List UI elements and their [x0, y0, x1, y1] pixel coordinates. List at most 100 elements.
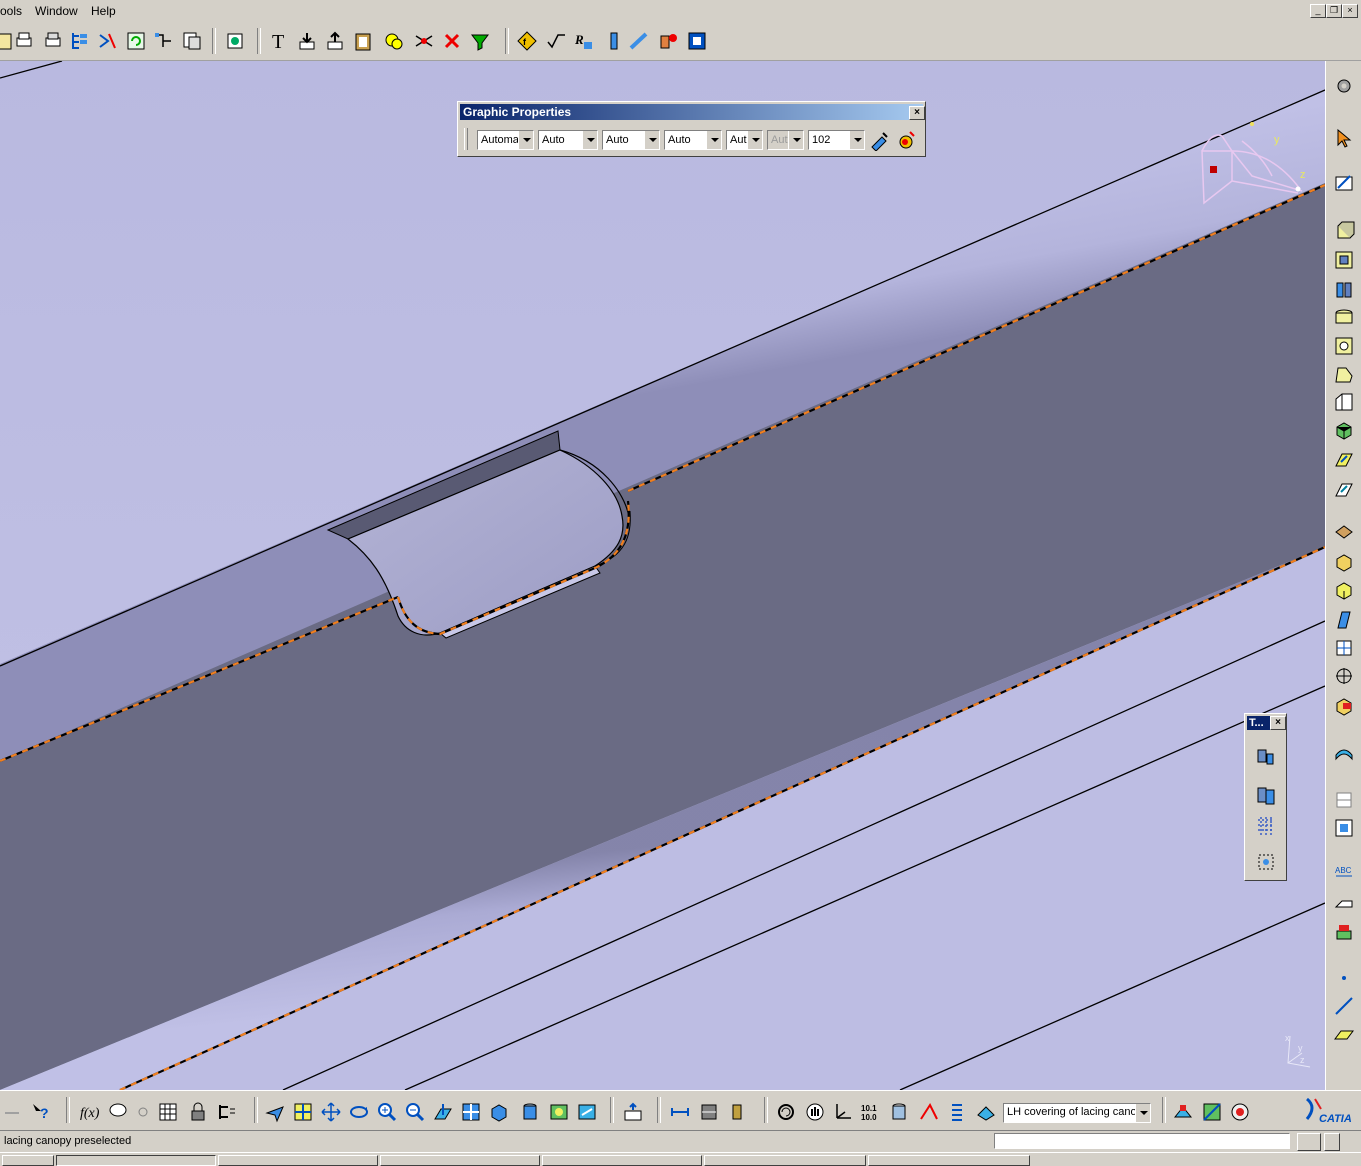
shell-icon[interactable] — [1333, 449, 1355, 471]
update-icon[interactable] — [125, 30, 147, 52]
pan-icon[interactable] — [320, 1101, 342, 1123]
analysis-icon[interactable] — [628, 30, 650, 52]
law-icon[interactable] — [132, 1101, 154, 1123]
gear-icon[interactable] — [1333, 75, 1355, 97]
boolean-icon[interactable] — [1333, 695, 1355, 717]
draft-icon[interactable] — [1333, 419, 1355, 441]
environment-icon[interactable] — [1229, 1101, 1251, 1123]
hide-show-icon[interactable] — [548, 1101, 570, 1123]
taskbar-button[interactable] — [542, 1155, 702, 1166]
menu-tools[interactable]: ools — [0, 4, 22, 18]
zoom-out-icon[interactable] — [404, 1101, 426, 1123]
taskbar-button[interactable] — [218, 1155, 378, 1166]
check-icon[interactable] — [545, 30, 567, 52]
3d-annotation-icon[interactable] — [1333, 921, 1355, 943]
restore-button[interactable]: ❐ — [1326, 4, 1342, 18]
rib-icon[interactable] — [1333, 335, 1355, 357]
comment-icon[interactable] — [107, 1101, 129, 1123]
rotate-icon[interactable] — [348, 1101, 370, 1123]
apply-material-bottom-icon[interactable] — [1172, 1101, 1194, 1123]
grid-icon[interactable] — [1254, 814, 1278, 838]
menu-help[interactable]: Help — [91, 4, 116, 18]
chevron-down-icon[interactable] — [1135, 1104, 1150, 1122]
chamfer-icon[interactable] — [1333, 391, 1355, 413]
apply-dress-up-icon[interactable] — [1333, 789, 1355, 811]
units-icon[interactable]: 10.110.0 — [860, 1101, 882, 1123]
compass-icon[interactable]: y z — [1192, 121, 1312, 211]
pocket-icon[interactable] — [1333, 249, 1355, 271]
export-icon[interactable] — [324, 30, 346, 52]
lock-icon[interactable] — [187, 1101, 209, 1123]
whats-this-icon[interactable]: ? — [30, 1101, 52, 1123]
painter-icon[interactable] — [869, 129, 891, 151]
split-icon[interactable] — [1333, 521, 1355, 543]
measure-inertia-icon[interactable] — [726, 1101, 748, 1123]
update-all-icon[interactable] — [622, 1101, 644, 1123]
close-window-button[interactable]: × — [1342, 4, 1358, 18]
text-icon[interactable]: T — [268, 30, 290, 52]
snap-icon[interactable] — [1254, 746, 1278, 770]
isometric-view-icon[interactable] — [488, 1101, 510, 1123]
reference-point-icon[interactable] — [1333, 665, 1355, 687]
measure-item-icon[interactable] — [698, 1101, 720, 1123]
chevron-down-icon[interactable] — [518, 131, 533, 149]
reorder-icon[interactable] — [97, 30, 119, 52]
body-icon[interactable] — [1333, 817, 1355, 839]
menu-window[interactable]: Window — [35, 4, 78, 18]
taskbar-button-active[interactable] — [56, 1155, 216, 1166]
macro-icon[interactable] — [686, 30, 708, 52]
specification-tree-icon[interactable] — [69, 30, 91, 52]
layer-combo[interactable]: 102 — [808, 130, 865, 150]
work-on-support-icon[interactable] — [1254, 784, 1278, 808]
measure-icon[interactable] — [603, 30, 625, 52]
pad-icon[interactable] — [1333, 219, 1355, 241]
render-icon[interactable] — [1201, 1101, 1223, 1123]
tabulated-icon[interactable] — [888, 1101, 910, 1123]
chevron-down-icon[interactable] — [706, 131, 721, 149]
import-icon[interactable] — [296, 30, 318, 52]
linetype-combo[interactable]: Aut — [726, 130, 763, 150]
zoom-in-icon[interactable] — [376, 1101, 398, 1123]
current-body-icon[interactable] — [975, 1101, 997, 1123]
surface-icon[interactable] — [1333, 741, 1355, 763]
design-table-icon[interactable] — [157, 1101, 179, 1123]
thickness-icon[interactable] — [1333, 479, 1355, 501]
delete-icon[interactable] — [441, 30, 463, 52]
tools-floating-toolbar[interactable]: T... × — [1244, 713, 1287, 881]
catalog-icon[interactable] — [383, 30, 405, 52]
point-icon[interactable] — [1333, 967, 1355, 989]
apply-material-icon[interactable] — [657, 30, 679, 52]
sketch-tools-icon[interactable] — [2, 1101, 24, 1123]
tools-toolbar-close-button[interactable]: × — [1270, 716, 1286, 730]
line-icon[interactable] — [1333, 995, 1355, 1017]
measure-between-icon[interactable] — [669, 1101, 691, 1123]
taskbar-button[interactable] — [868, 1155, 1030, 1166]
shaft-icon[interactable] — [1333, 279, 1355, 301]
tools-toolbar-title[interactable]: T... — [1247, 716, 1271, 730]
close-surface-icon[interactable] — [1333, 579, 1355, 601]
3d-viewport[interactable]: y z x y z — [0, 61, 1325, 1090]
command-options-button[interactable] — [1297, 1133, 1321, 1151]
fit-icon[interactable] — [1254, 850, 1278, 874]
plane-icon[interactable] — [1333, 1023, 1355, 1045]
taskbar-button[interactable] — [380, 1155, 540, 1166]
capture-icon[interactable] — [224, 30, 246, 52]
graphic-properties-close-button[interactable]: × — [909, 106, 925, 120]
toolbar-grip[interactable] — [464, 128, 468, 150]
sketcher-icon[interactable] — [1333, 171, 1355, 193]
parent-children-icon[interactable] — [153, 30, 175, 52]
flag-note-icon[interactable] — [1333, 891, 1355, 913]
properties-icon[interactable] — [896, 129, 918, 151]
formula-fx-icon[interactable]: f(x) — [79, 1101, 101, 1123]
transparency-combo[interactable]: Auto — [538, 130, 598, 150]
chevron-down-icon[interactable] — [644, 131, 659, 149]
swap-visible-space-icon[interactable] — [576, 1101, 598, 1123]
line-thickness-combo[interactable]: Auto — [664, 130, 722, 150]
list-icon[interactable] — [946, 1101, 968, 1123]
rule-icon[interactable]: R — [572, 30, 594, 52]
graphic-properties-title[interactable]: Graphic Properties — [460, 104, 923, 120]
current-body-selector[interactable]: LH covering of lacing canop — [1003, 1103, 1151, 1123]
chevron-down-icon[interactable] — [582, 131, 597, 149]
equivalent-icon[interactable] — [216, 1101, 238, 1123]
minimize-button[interactable]: _ — [1310, 4, 1326, 18]
